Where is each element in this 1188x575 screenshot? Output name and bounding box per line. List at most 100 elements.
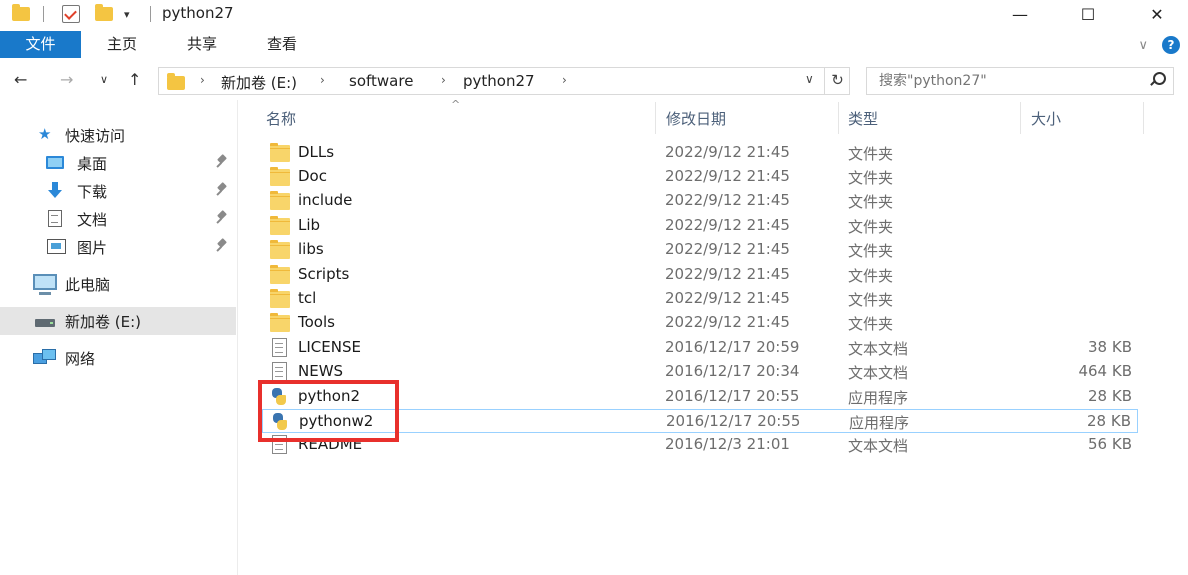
close-button[interactable]: ✕ [1134, 0, 1180, 28]
file-name: LICENSE [298, 338, 361, 356]
sidebar-item-pictures[interactable]: 图片 [0, 233, 236, 261]
folder-icon[interactable] [12, 4, 30, 24]
tab-view[interactable]: 查看 [251, 31, 313, 58]
help-icon[interactable]: ? [1162, 36, 1180, 54]
file-row[interactable]: libs 2022/9/12 21:45 文件夹 [262, 238, 1138, 262]
file-name: include [298, 191, 353, 209]
file-type: 文件夹 [848, 218, 894, 236]
folder-icon [270, 289, 290, 308]
folder-icon [270, 216, 290, 235]
new-folder-icon[interactable] [95, 4, 113, 24]
breadcrumb-separator[interactable]: › [441, 73, 446, 87]
file-row[interactable]: tcl 2022/9/12 21:45 文件夹 [262, 287, 1138, 311]
file-date: 2022/9/12 21:45 [665, 216, 790, 234]
file-date: 2016/12/17 20:55 [666, 412, 801, 430]
pictures-icon [47, 239, 66, 254]
column-header-date[interactable]: 修改日期 [666, 108, 726, 130]
file-row[interactable]: DLLs 2022/9/12 21:45 文件夹 [262, 141, 1138, 165]
expand-ribbon-icon[interactable]: ∨ [1138, 38, 1148, 53]
tab-file[interactable]: 文件 [0, 31, 81, 58]
address-bar[interactable]: › 新加卷 (E:) › software › python27 › ∨ [158, 67, 850, 95]
network-icon [33, 349, 56, 365]
pin-icon[interactable] [216, 155, 228, 169]
file-row[interactable]: Tools 2022/9/12 21:45 文件夹 [262, 311, 1138, 335]
file-type: 文件夹 [848, 291, 894, 309]
column-divider[interactable] [838, 102, 839, 134]
search-box[interactable] [866, 67, 1174, 95]
file-date: 2022/9/12 21:45 [665, 265, 790, 283]
file-type: 文件夹 [848, 193, 894, 211]
recent-locations-button[interactable]: ∨ [100, 73, 108, 86]
column-header-type[interactable]: 类型 [848, 108, 878, 130]
file-name: Scripts [298, 265, 350, 283]
maximize-button[interactable]: ☐ [1065, 0, 1111, 28]
file-row[interactable]: Lib 2022/9/12 21:45 文件夹 [262, 214, 1138, 238]
sidebar-item-label: 下载 [77, 183, 108, 201]
file-row[interactable]: LICENSE 2016/12/17 20:59 文本文档 38 KB [262, 336, 1138, 360]
sidebar-item-label: 网络 [65, 350, 96, 368]
file-size: 38 KB [1088, 338, 1132, 356]
folder-icon [270, 191, 290, 210]
title-bar: ▾ python27 — ☐ ✕ [0, 0, 1188, 30]
address-history-dropdown[interactable]: ∨ [805, 72, 814, 86]
toolbar-divider [43, 6, 44, 22]
file-name: Tools [298, 313, 335, 331]
file-row[interactable]: Scripts 2022/9/12 21:45 文件夹 [262, 263, 1138, 287]
forward-button[interactable]: → [60, 70, 73, 89]
sidebar-item-this-pc[interactable]: 此电脑 [0, 270, 236, 298]
breadcrumb-python27[interactable]: python27 [463, 72, 535, 90]
up-button[interactable]: ↑ [128, 70, 141, 89]
star-icon: ★ [38, 125, 52, 143]
breadcrumb-separator[interactable]: › [562, 73, 567, 87]
sidebar-item-label: 桌面 [77, 155, 108, 173]
file-type: 文件夹 [848, 145, 894, 163]
pin-icon[interactable] [216, 239, 228, 253]
pin-icon[interactable] [216, 183, 228, 197]
file-name: DLLs [298, 143, 335, 161]
back-button[interactable]: ← [14, 70, 27, 89]
column-header-name[interactable]: 名称 [266, 108, 296, 130]
column-divider[interactable] [655, 102, 656, 134]
breadcrumb-software[interactable]: software [349, 72, 413, 90]
tab-share[interactable]: 共享 [171, 31, 233, 58]
column-divider[interactable] [1143, 102, 1144, 134]
breadcrumb-separator: › [200, 73, 205, 87]
file-type: 应用程序 [848, 389, 909, 407]
folder-icon [270, 143, 290, 162]
search-input[interactable] [879, 71, 1139, 91]
file-row[interactable]: include 2022/9/12 21:45 文件夹 [262, 189, 1138, 213]
file-name: tcl [298, 289, 317, 307]
file-type: 文本文档 [848, 340, 909, 358]
tab-home[interactable]: 主页 [91, 31, 153, 58]
file-type: 文件夹 [848, 169, 894, 187]
customize-toolbar-button[interactable]: ▾ [124, 4, 130, 24]
text-file-icon [272, 362, 287, 381]
file-date: 2022/9/12 21:45 [665, 167, 790, 185]
file-size: 28 KB [1088, 387, 1132, 405]
properties-icon[interactable] [62, 4, 80, 24]
file-date: 2022/9/12 21:45 [665, 191, 790, 209]
documents-icon [48, 210, 62, 227]
pin-icon[interactable] [216, 211, 228, 225]
file-size: 28 KB [1087, 412, 1131, 430]
sort-ascending-icon: ^ [451, 98, 461, 111]
minimize-button[interactable]: — [997, 0, 1043, 28]
navigation-pane: ★ 快速访问 桌面 下载 文档 图片 此电脑 新加卷 (E:) 网络 [0, 100, 238, 575]
sidebar-item-quick-access[interactable]: ★ 快速访问 [0, 121, 236, 149]
sidebar-item-drive-e[interactable]: 新加卷 (E:) [0, 307, 236, 335]
sidebar-item-network[interactable]: 网络 [0, 344, 236, 372]
file-type: 应用程序 [849, 414, 910, 432]
breadcrumb-drive[interactable]: 新加卷 (E:) [221, 72, 297, 93]
sidebar-item-documents[interactable]: 文档 [0, 205, 236, 233]
file-type: 文件夹 [848, 267, 894, 285]
sidebar-item-downloads[interactable]: 下载 [0, 177, 236, 205]
file-row[interactable]: Doc 2022/9/12 21:45 文件夹 [262, 165, 1138, 189]
toolbar-divider [150, 6, 151, 22]
column-divider[interactable] [1020, 102, 1021, 134]
sidebar-item-desktop[interactable]: 桌面 [0, 149, 236, 177]
computer-icon [33, 274, 57, 295]
breadcrumb-separator[interactable]: › [320, 73, 325, 87]
refresh-button[interactable]: ↻ [824, 67, 850, 95]
search-icon[interactable] [1149, 72, 1166, 86]
column-header-size[interactable]: 大小 [1031, 108, 1061, 130]
